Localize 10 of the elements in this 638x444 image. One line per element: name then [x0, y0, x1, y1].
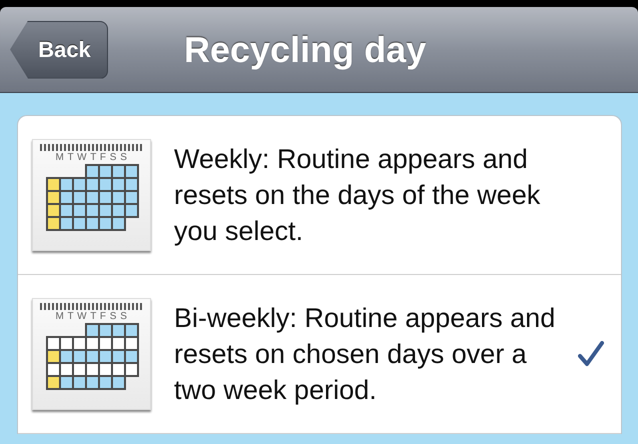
option-description: Weekly: Routine appears and resets on the days of the week you select. — [174, 143, 542, 248]
weekday-labels: M T W T F S S — [56, 152, 128, 163]
option-row[interactable]: M T W T F S S Bi-weekly: Routine appears and resets on chosen days over a two week period. — [18, 275, 621, 434]
binding-rings-icon — [40, 303, 144, 310]
weekday-labels: M T W T F S S — [56, 311, 128, 322]
option-description: Bi-weekly: Routine appears and resets on chosen days over a two week period. — [174, 302, 556, 407]
back-button[interactable]: Back — [10, 20, 108, 78]
binding-rings-icon — [40, 144, 144, 151]
screen-title: Recycling day — [184, 28, 426, 70]
option-row[interactable]: M T W T F S S Weekly: Routine appears and resets on the days of the week you select. — [18, 116, 621, 275]
